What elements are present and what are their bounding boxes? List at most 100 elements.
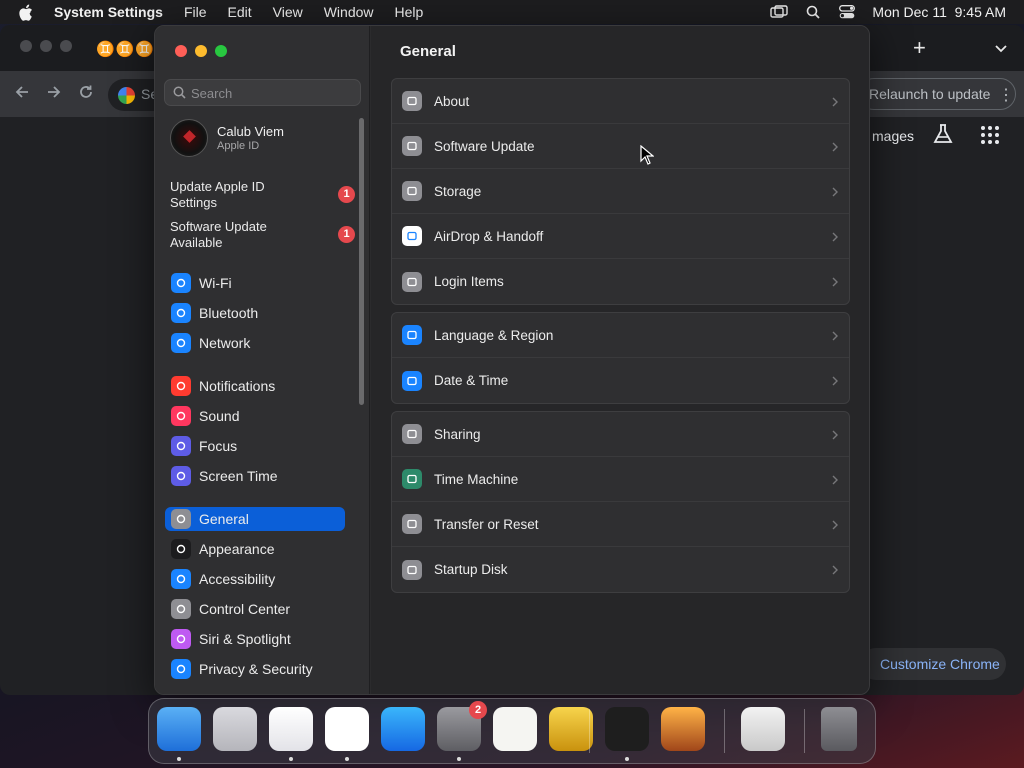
- menu-view[interactable]: View: [273, 4, 303, 20]
- back-arrow-icon[interactable]: [14, 84, 34, 104]
- app-name-menu[interactable]: System Settings: [54, 4, 163, 20]
- sidebar-scrollbar[interactable]: [359, 118, 364, 405]
- row-label: Storage: [434, 183, 482, 199]
- row-date-time[interactable]: Date & Time: [392, 358, 849, 403]
- dock-running-indicator: [625, 757, 629, 761]
- dock-app-store-icon[interactable]: [381, 707, 425, 751]
- account-subtitle: Apple ID: [217, 140, 260, 152]
- row-software-update[interactable]: Software Update: [392, 124, 849, 169]
- gear-icon: [171, 509, 191, 529]
- row-label: Software Update: [434, 138, 535, 154]
- row-label: About: [434, 93, 470, 109]
- settings-group: About Software Update Storage AirDrop & Han…: [391, 78, 850, 305]
- dock-running-indicator: [457, 757, 461, 761]
- sidebar-item-focus[interactable]: Focus: [165, 434, 345, 458]
- dock-separator: [804, 709, 805, 753]
- tab-search-chevron-icon[interactable]: [994, 41, 1010, 57]
- sidebar-item-screen-time[interactable]: Screen Time: [165, 464, 345, 488]
- screen-mirroring-icon[interactable]: [770, 3, 789, 21]
- sidebar-item-wi-fi[interactable]: Wi-Fi: [165, 271, 345, 295]
- sidebar-item-label: Privacy & Security: [199, 661, 313, 677]
- control-center-icon: [171, 599, 191, 619]
- dock: 2: [148, 698, 876, 764]
- menu-edit[interactable]: Edit: [228, 4, 252, 20]
- chrome-close-button[interactable]: [20, 40, 32, 52]
- row-storage[interactable]: Storage: [392, 169, 849, 214]
- chrome-zoom-button[interactable]: [60, 40, 72, 52]
- spotlight-search-icon[interactable]: [804, 3, 822, 21]
- row-startup-disk[interactable]: Startup Disk: [392, 547, 849, 592]
- zoom-button[interactable]: [215, 45, 227, 57]
- page-title: General: [400, 43, 456, 60]
- menu-window[interactable]: Window: [324, 4, 374, 20]
- reload-icon[interactable]: [78, 84, 98, 104]
- alert-update-apple-id[interactable]: Update Apple ID Settings 1: [170, 179, 355, 211]
- dock-asphalt-icon[interactable]: [741, 707, 785, 751]
- globe-icon: [402, 325, 422, 345]
- apple-menu-icon[interactable]: [18, 3, 36, 21]
- speaker-icon: [171, 406, 191, 426]
- sidebar-item-label: Sound: [199, 408, 240, 424]
- new-tab-icon[interactable]: +: [913, 35, 926, 61]
- sidebar-item-notifications[interactable]: Notifications: [165, 374, 345, 398]
- dock-safari-icon[interactable]: [269, 707, 313, 751]
- sidebar-item-general[interactable]: General: [165, 507, 345, 531]
- sidebar-item-bluetooth[interactable]: Bluetooth: [165, 301, 345, 325]
- row-language-region[interactable]: Language & Region: [392, 313, 849, 358]
- sidebar-search[interactable]: [164, 79, 361, 106]
- sidebar-item-accessibility[interactable]: Accessibility: [165, 567, 345, 591]
- sidebar-item-label: Network: [199, 335, 251, 351]
- row-about[interactable]: About: [392, 79, 849, 124]
- labs-flask-icon[interactable]: [932, 123, 954, 147]
- apple-id-account[interactable]: Calub Viem Apple ID: [170, 119, 360, 159]
- minimize-button[interactable]: [195, 45, 207, 57]
- sidebar-item-appearance[interactable]: Appearance: [165, 537, 345, 561]
- sidebar-item-control-center[interactable]: Control Center: [165, 597, 345, 621]
- row-time-machine[interactable]: Time Machine: [392, 457, 849, 502]
- chevron-right-icon: [831, 95, 839, 107]
- dock-chrome-icon[interactable]: [325, 707, 369, 751]
- search-input[interactable]: [191, 84, 351, 102]
- relaunch-to-update-button[interactable]: Relaunch to update: [858, 78, 1016, 110]
- sidebar-item-siri-spotlight[interactable]: Siri & Spotlight: [165, 627, 345, 651]
- sidebar-item-label: Notifications: [199, 378, 276, 394]
- menu-bar-clock[interactable]: Mon Dec 11 9:45 AM: [872, 4, 1006, 20]
- chrome-window-controls: [20, 40, 72, 52]
- row-login-items[interactable]: Login Items: [392, 259, 849, 304]
- row-airdrop-handoff[interactable]: AirDrop & Handoff: [392, 214, 849, 259]
- network-icon: [171, 333, 191, 353]
- dock-bee-icon[interactable]: [549, 707, 593, 751]
- dock-finder-icon[interactable]: [157, 707, 201, 751]
- drive-icon: [402, 181, 422, 201]
- close-button[interactable]: [175, 45, 187, 57]
- system-settings-dock-badge: 2: [469, 701, 487, 719]
- dock-launchpad-icon[interactable]: [213, 707, 257, 751]
- dock-textedit-icon[interactable]: [493, 707, 537, 751]
- sidebar-item-sound[interactable]: Sound: [165, 404, 345, 428]
- row-label: AirDrop & Handoff: [434, 228, 544, 244]
- alert-software-update[interactable]: Software Update Available 1: [170, 219, 355, 251]
- chrome-menu-icon[interactable]: ⋮: [998, 85, 1014, 105]
- sidebar-item-network[interactable]: Network: [165, 331, 345, 355]
- forward-arrow-icon[interactable]: [46, 84, 66, 104]
- sidebar-item-privacy-security[interactable]: Privacy & Security: [165, 657, 345, 681]
- disk-icon: [402, 559, 422, 580]
- airdrop-icon: [402, 226, 422, 246]
- control-center-icon[interactable]: [838, 3, 856, 21]
- menu-help[interactable]: Help: [395, 4, 424, 20]
- sidebar-item-label: Control Center: [199, 601, 291, 617]
- customize-chrome-button[interactable]: Customize Chrome: [860, 648, 1006, 680]
- row-transfer-or-reset[interactable]: Transfer or Reset: [392, 502, 849, 547]
- system-settings-window: Calub Viem Apple ID Update Apple ID Sett…: [154, 25, 870, 695]
- sidebar-item-label: Siri & Spotlight: [199, 631, 291, 647]
- dock-garageband-icon[interactable]: [661, 707, 705, 751]
- images-link[interactable]: mages: [872, 128, 914, 144]
- chrome-minimize-button[interactable]: [40, 40, 52, 52]
- reset-icon: [402, 514, 422, 534]
- menu-file[interactable]: File: [184, 4, 207, 20]
- dock-terminal-icon[interactable]: [605, 707, 649, 751]
- alert-badge: 1: [338, 226, 355, 243]
- google-apps-icon[interactable]: [981, 126, 999, 144]
- dock-trash-icon[interactable]: [821, 707, 857, 751]
- row-sharing[interactable]: Sharing: [392, 412, 849, 457]
